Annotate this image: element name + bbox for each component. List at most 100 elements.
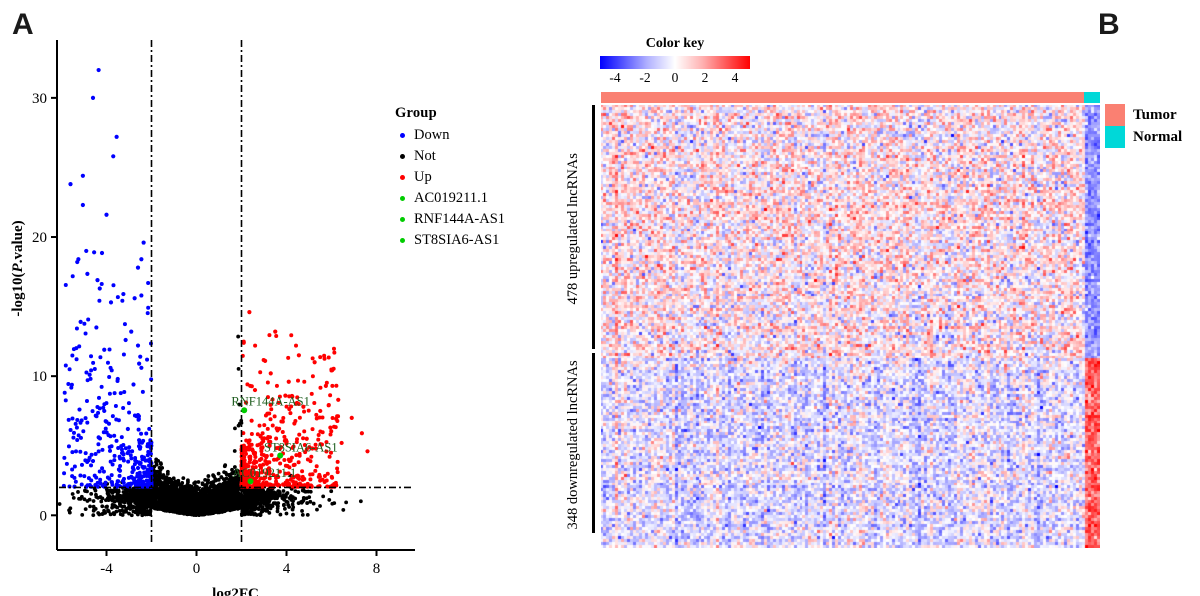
- volcano-point: [123, 337, 128, 343]
- volcano-point: [255, 492, 259, 497]
- volcano-point: [334, 383, 339, 388]
- volcano-point: [63, 283, 68, 288]
- volcano-point: [105, 475, 110, 480]
- volcano-point: [98, 477, 103, 482]
- volcano-point: [308, 489, 313, 494]
- volcano-point: [136, 417, 141, 422]
- volcano-point: [100, 466, 105, 471]
- volcano-point: [163, 489, 168, 494]
- volcano-point: [97, 298, 102, 303]
- volcano-point: [83, 416, 88, 421]
- volcano-point: [301, 495, 306, 500]
- volcano-point: [242, 488, 247, 493]
- volcano-point: [146, 281, 151, 286]
- volcano-point: [329, 489, 334, 494]
- volcano-point: [185, 507, 190, 512]
- volcano-point: [96, 449, 101, 454]
- volcano-point: [74, 425, 79, 430]
- volcano-point: [282, 506, 287, 511]
- volcano-point: [100, 504, 105, 509]
- volcano-point: [133, 458, 138, 463]
- volcano-point: [121, 456, 126, 461]
- volcano-point: [236, 334, 241, 339]
- volcano-point: [88, 504, 92, 509]
- volcano-point: [281, 502, 286, 507]
- volcano-point: [147, 426, 152, 431]
- volcano-point: [167, 505, 171, 510]
- volcano-point: [155, 504, 159, 509]
- volcano-point: [112, 391, 117, 396]
- volcano-point: [299, 500, 303, 504]
- volcano-point: [156, 458, 161, 463]
- volcano-point: [76, 490, 80, 494]
- volcano-point: [335, 459, 340, 464]
- volcano-point: [275, 502, 279, 507]
- volcano-point: [153, 493, 158, 498]
- volcano-point: [77, 496, 81, 501]
- volcano-point: [318, 355, 323, 360]
- y-axis-tick-label: 0: [40, 508, 48, 524]
- volcano-point: [92, 250, 97, 255]
- volcano-point: [246, 489, 251, 494]
- volcano-point: [214, 490, 219, 495]
- volcano-point: [129, 481, 134, 486]
- volcano-point: [103, 419, 108, 424]
- volcano-point: [215, 502, 219, 507]
- volcano-point: [161, 482, 165, 487]
- volcano-point: [254, 506, 259, 511]
- volcano-point: [83, 331, 88, 336]
- volcano-point: [300, 509, 304, 513]
- volcano-point: [280, 430, 285, 435]
- volcano-point: [147, 499, 152, 504]
- volcano-point: [242, 495, 247, 500]
- volcano-point: [107, 391, 112, 396]
- volcano-point: [149, 466, 154, 471]
- volcano-point: [99, 250, 105, 256]
- volcano-point: [286, 355, 291, 360]
- volcano-point: [112, 453, 117, 458]
- volcano-point: [106, 492, 111, 497]
- volcano-point: [70, 492, 75, 496]
- volcano-point: [78, 449, 83, 454]
- volcano-point: [72, 475, 77, 480]
- volcano-point: [119, 447, 124, 452]
- volcano-point: [84, 248, 89, 254]
- volcano-point: [111, 154, 116, 159]
- volcano-point: [135, 265, 141, 270]
- volcano-point: [318, 504, 322, 508]
- volcano-point: [134, 490, 139, 495]
- volcano-point: [75, 418, 80, 423]
- volcano-point: [62, 471, 67, 476]
- volcano-point: [121, 509, 126, 514]
- volcano-point: [315, 507, 319, 512]
- volcano-point: [82, 474, 87, 479]
- volcano-point: [71, 435, 76, 440]
- volcano-point: [200, 502, 204, 507]
- volcano-point: [144, 511, 149, 516]
- volcano-point: [82, 321, 87, 326]
- volcano-point: [121, 452, 126, 457]
- volcano-point: [327, 498, 332, 502]
- volcano-point: [107, 347, 112, 352]
- volcano-point: [89, 463, 94, 468]
- volcano-point: [135, 465, 141, 471]
- volcano-point: [178, 510, 183, 515]
- volcano-point: [305, 512, 310, 517]
- volcano-point: [141, 465, 146, 470]
- volcano-point: [270, 494, 275, 499]
- x-axis-tick-label: 4: [283, 561, 291, 577]
- volcano-point: [121, 480, 126, 485]
- volcano-point: [139, 257, 144, 262]
- volcano-point: [129, 456, 134, 461]
- volcano-point: [293, 496, 298, 501]
- volcano-point: [156, 477, 161, 482]
- volcano-point: [289, 494, 293, 498]
- volcano-point: [268, 417, 273, 422]
- volcano-point: [131, 477, 136, 482]
- volcano-point: [112, 495, 117, 500]
- volcano-point: [164, 478, 169, 483]
- volcano-point: [100, 496, 105, 501]
- volcano-point: [223, 463, 228, 468]
- volcano-point: [110, 462, 115, 467]
- volcano-point: [265, 426, 270, 431]
